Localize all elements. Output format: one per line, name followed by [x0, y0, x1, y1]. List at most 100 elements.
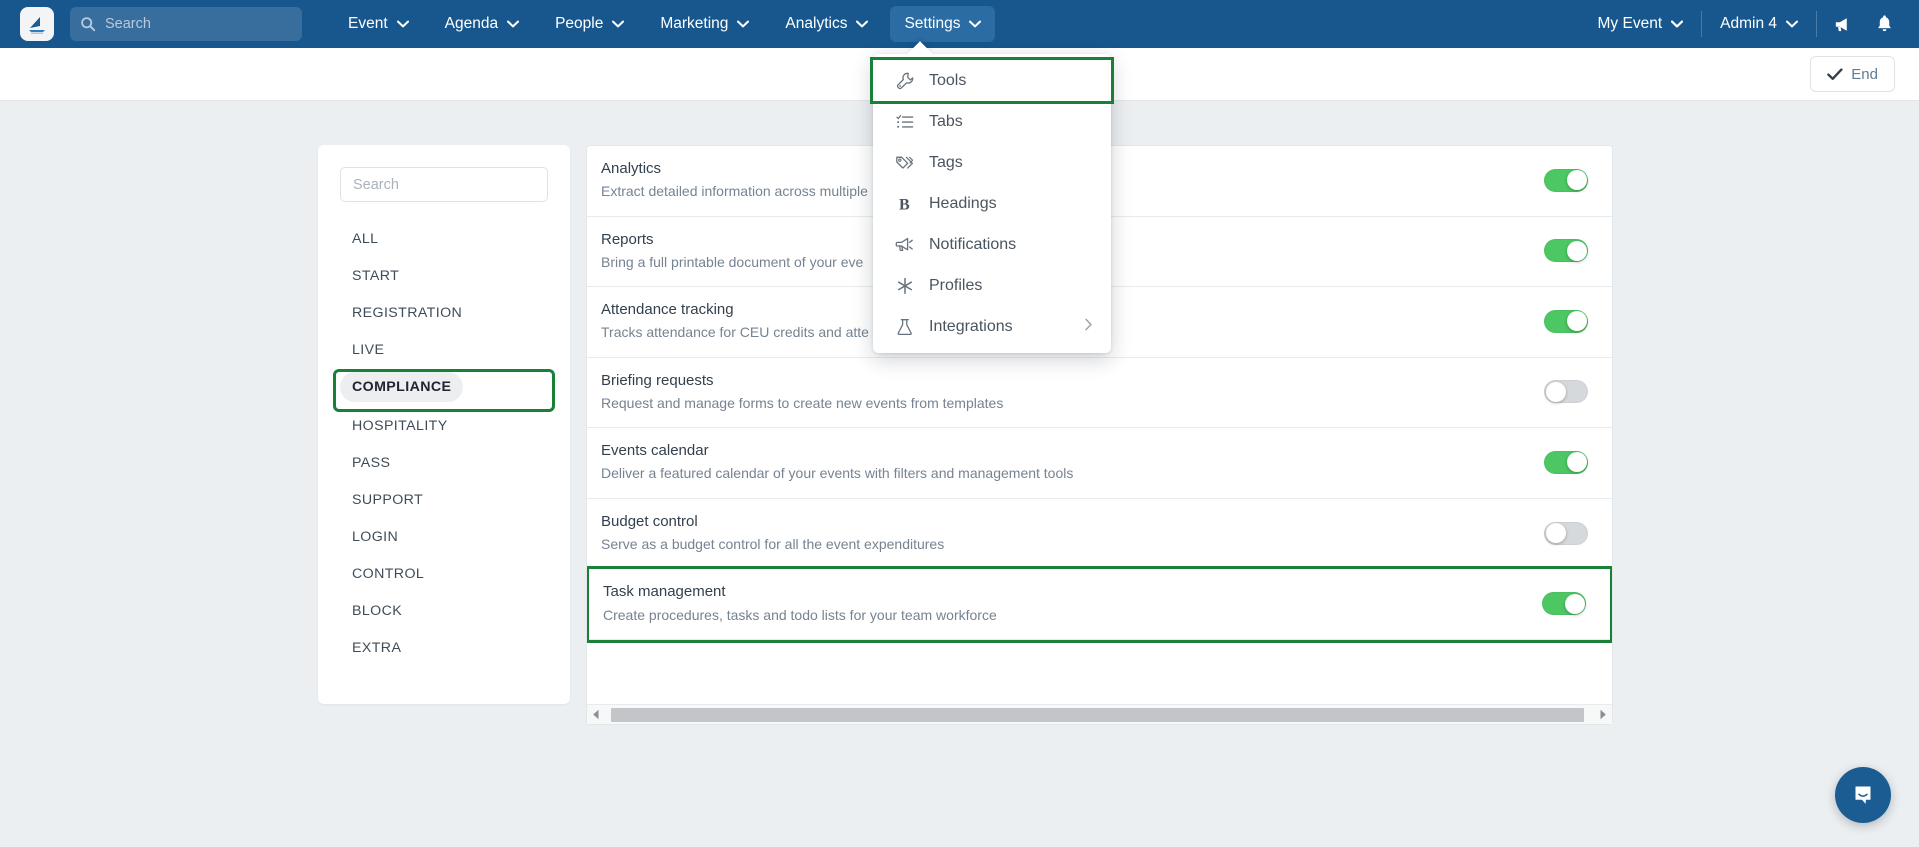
app-logo-button[interactable] — [20, 7, 54, 41]
menu-item-label: Headings — [929, 194, 997, 212]
toggle-budget-control[interactable] — [1544, 521, 1588, 545]
row-content: Budget control Serve as a budget control… — [601, 512, 1544, 555]
chevron-down-icon — [969, 20, 982, 28]
row-description: Create procedures, tasks and todo lists … — [603, 606, 997, 623]
nav-item-label: People — [555, 15, 604, 32]
toggle-task-management[interactable] — [1542, 592, 1586, 616]
nav-item-settings[interactable]: Settings — [890, 6, 996, 42]
main-menu: Event Agenda People Marketing Analytics … — [334, 0, 1003, 48]
chevron-right-icon — [1600, 709, 1606, 720]
list-check-icon — [895, 112, 921, 132]
table-row[interactable]: Briefing requests Request and manage for… — [587, 358, 1612, 429]
announcements-button[interactable] — [1821, 0, 1863, 48]
flask-icon — [895, 317, 921, 337]
megaphone-icon — [895, 235, 921, 255]
bell-icon — [1877, 14, 1891, 31]
scrollbar-track[interactable] — [603, 707, 1596, 723]
sidebar-item-hospitality-wrap: HOSPITALITY — [340, 411, 548, 448]
chevron-down-icon — [612, 20, 625, 28]
end-button[interactable]: End — [1810, 56, 1895, 92]
toggle-attendance-tracking[interactable] — [1544, 309, 1588, 333]
user-account-menu[interactable]: Admin 4 — [1706, 6, 1812, 42]
chevron-right-icon — [1084, 318, 1093, 336]
sidebar-item-registration-wrap: REGISTRATION — [340, 298, 548, 335]
horizontal-scrollbar[interactable] — [587, 704, 1612, 724]
sidebar-item-start[interactable]: START — [340, 261, 411, 291]
sidebar-item-extra[interactable]: EXTRA — [340, 633, 413, 663]
notifications-button[interactable] — [1863, 0, 1905, 48]
menu-item-label: Tabs — [929, 112, 963, 130]
chevron-down-icon — [507, 20, 520, 28]
asterisk-icon — [895, 276, 921, 296]
sidebar-item-support[interactable]: SUPPORT — [340, 485, 435, 515]
nav-item-agenda[interactable]: Agenda — [431, 6, 533, 42]
divider — [1816, 11, 1817, 37]
sidebar-item-all[interactable]: ALL — [340, 224, 390, 254]
toggle-events-calendar[interactable] — [1544, 450, 1588, 474]
sidebar-item-start-wrap: START — [340, 261, 548, 298]
sidebar-item-compliance[interactable]: COMPLIANCE — [340, 372, 464, 402]
category-sidebar: ALL START REGISTRATION LIVE COMPLIANCE H… — [318, 145, 570, 704]
wrench-icon — [895, 71, 921, 91]
sidebar-item-control[interactable]: CONTROL — [340, 559, 436, 589]
nav-item-label: Marketing — [660, 15, 729, 32]
bold-b-icon: B — [895, 194, 921, 214]
menu-item-notifications[interactable]: Notifications — [873, 224, 1111, 265]
sidebar-item-hospitality[interactable]: HOSPITALITY — [340, 411, 460, 441]
top-right-menu: My Event Admin 4 — [1584, 0, 1919, 48]
toggle-knob — [1564, 593, 1585, 614]
row-description: Deliver a featured calendar of your even… — [601, 465, 1074, 482]
table-row[interactable]: Events calendar Deliver a featured calen… — [587, 428, 1612, 499]
scroll-right-arrow[interactable] — [1596, 706, 1610, 724]
scrollbar-thumb[interactable] — [611, 707, 1585, 722]
sidebar-item-pass[interactable]: PASS — [340, 448, 402, 478]
nav-item-people[interactable]: People — [541, 6, 638, 42]
row-title: Task management — [603, 583, 726, 601]
menu-item-headings[interactable]: B Headings — [873, 183, 1111, 224]
menu-item-tags[interactable]: Tags — [873, 142, 1111, 183]
toggle-briefing-requests[interactable] — [1544, 380, 1588, 404]
toggle-knob — [1566, 311, 1587, 332]
chat-widget-button[interactable] — [1835, 767, 1891, 823]
nav-item-marketing[interactable]: Marketing — [646, 6, 763, 42]
sidebar-item-block[interactable]: BLOCK — [340, 596, 414, 626]
chevron-down-icon — [396, 20, 409, 28]
settings-dropdown-menu: Tools Tabs Tags B Headings Notifications… — [870, 41, 1114, 353]
menu-item-profiles[interactable]: Profiles — [873, 265, 1111, 306]
search-icon — [81, 17, 96, 32]
sidebar-search-input[interactable] — [340, 167, 548, 202]
menu-item-tabs[interactable]: Tabs — [873, 101, 1111, 142]
nav-item-label: Event — [348, 15, 388, 32]
nav-item-analytics[interactable]: Analytics — [771, 6, 882, 42]
toggle-reports[interactable] — [1544, 239, 1588, 263]
menu-item-label: Notifications — [929, 235, 1017, 253]
nav-item-label: Analytics — [785, 15, 848, 32]
app-logo-icon — [29, 17, 45, 34]
scroll-left-arrow[interactable] — [589, 706, 603, 724]
sidebar-item-login[interactable]: LOGIN — [340, 522, 410, 552]
event-selector[interactable]: My Event — [1584, 6, 1698, 42]
chevron-left-icon — [593, 709, 599, 720]
sidebar-item-control-wrap: CONTROL — [340, 559, 548, 596]
chevron-down-icon — [1786, 20, 1798, 28]
end-button-label: End — [1851, 65, 1878, 83]
menu-item-tools[interactable]: Tools — [870, 57, 1114, 104]
sidebar-item-registration[interactable]: REGISTRATION — [340, 298, 474, 328]
chevron-down-icon — [737, 20, 750, 28]
table-row[interactable]: Budget control Serve as a budget control… — [587, 499, 1612, 570]
row-title: Events calendar — [601, 442, 709, 460]
table-row-task-management[interactable]: Task management Create procedures, tasks… — [587, 566, 1612, 643]
toggle-analytics[interactable] — [1544, 168, 1588, 192]
row-content: Task management Create procedures, tasks… — [603, 582, 1542, 625]
tags-icon — [895, 153, 921, 173]
global-search-box[interactable] — [70, 7, 302, 41]
global-search-input[interactable] — [105, 16, 292, 32]
nav-item-event[interactable]: Event — [334, 6, 423, 42]
user-account-label: Admin 4 — [1720, 15, 1777, 32]
sidebar-item-login-wrap: LOGIN — [340, 522, 548, 559]
toggle-knob — [1566, 452, 1587, 473]
menu-item-integrations[interactable]: Integrations — [873, 306, 1111, 347]
sidebar-item-live[interactable]: LIVE — [340, 335, 396, 365]
event-selector-label: My Event — [1597, 15, 1663, 32]
row-content: Events calendar Deliver a featured calen… — [601, 441, 1544, 484]
